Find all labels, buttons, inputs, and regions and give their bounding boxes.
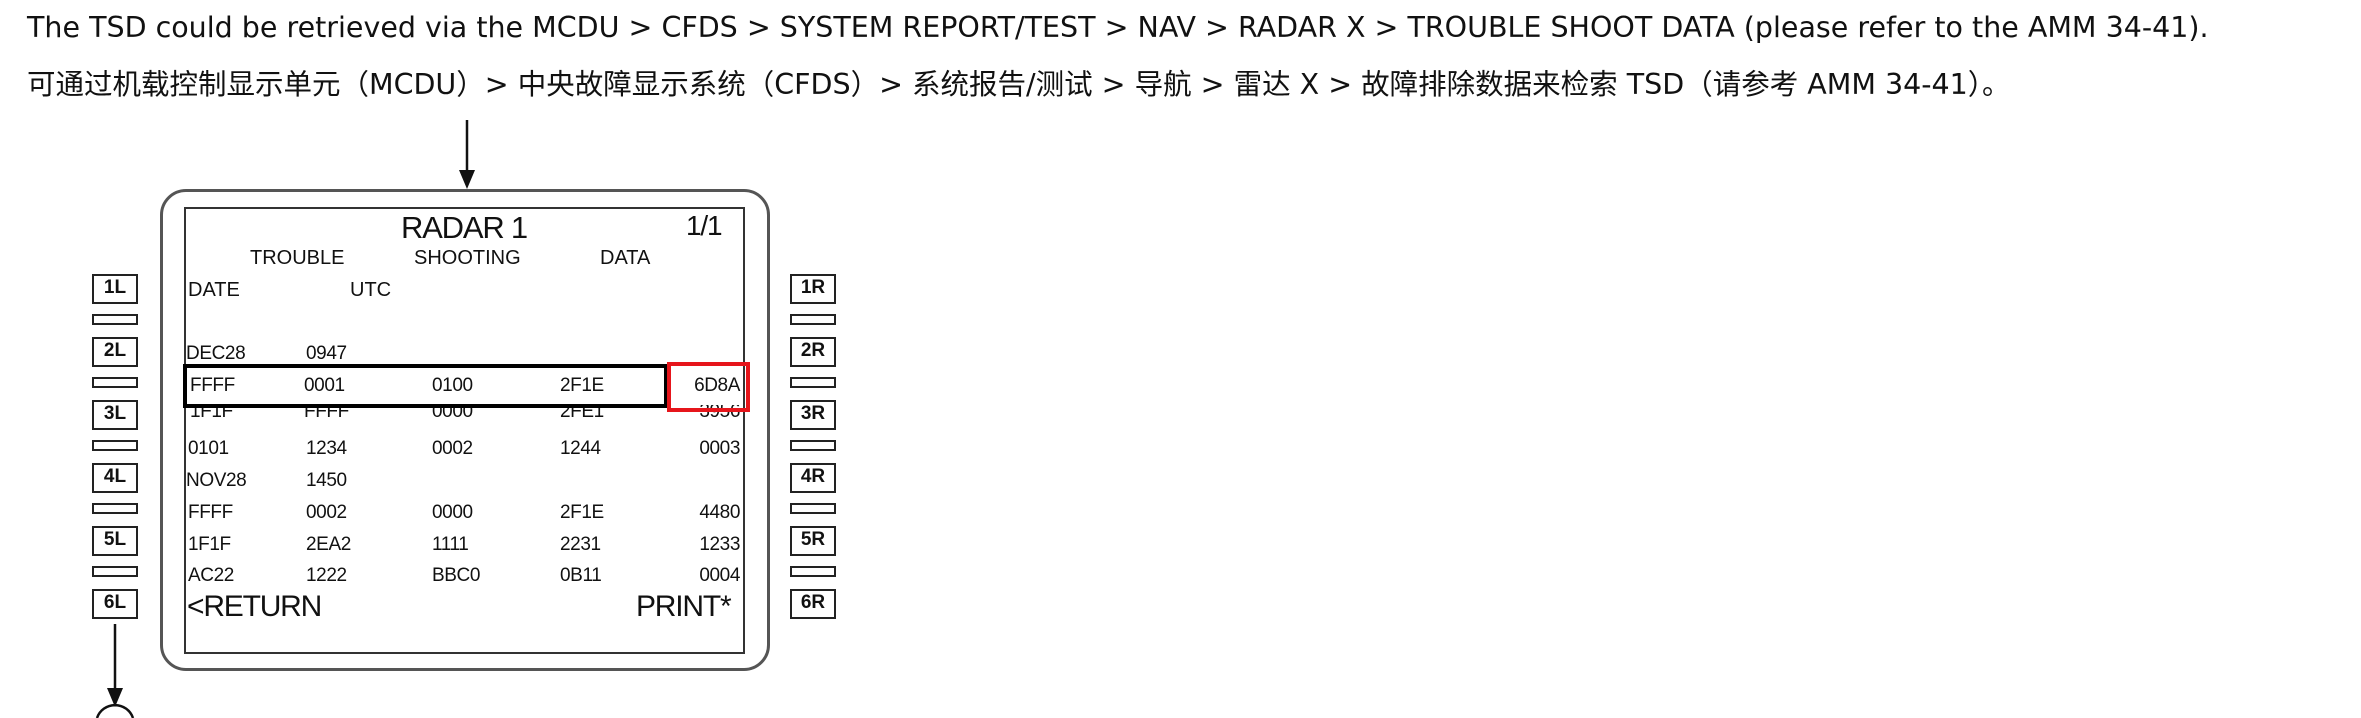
- subtitle-data: DATA: [600, 247, 651, 269]
- highlight-cell-box: [667, 362, 750, 412]
- data-cell: 1222: [306, 565, 347, 586]
- lsk-slot: [790, 377, 836, 388]
- lsk-slot: [92, 314, 138, 325]
- data-cell: 0000: [432, 502, 473, 523]
- lsk-1r-button[interactable]: 1R: [790, 274, 836, 304]
- data-cell: 2231: [560, 534, 601, 555]
- subtitle-trouble: TROUBLE: [250, 247, 345, 269]
- lsk-2r-button[interactable]: 2R: [790, 337, 836, 367]
- data-cell: 0003: [699, 438, 740, 459]
- page-title: RADAR 1: [401, 210, 528, 245]
- data-cell: BBC0: [432, 565, 481, 586]
- highlight-row-box: [183, 364, 668, 408]
- return-prompt[interactable]: <RETURN: [187, 590, 322, 624]
- arrow-head-top: [459, 170, 475, 189]
- lsk-4l-button[interactable]: 4L: [92, 463, 138, 493]
- data-cell: 0004: [699, 565, 740, 586]
- lsk-6l-button[interactable]: 6L: [92, 589, 138, 619]
- lsk-6r-button[interactable]: 6R: [790, 589, 836, 619]
- print-prompt[interactable]: PRINT*: [636, 590, 732, 624]
- data-cell: 0101: [188, 438, 229, 459]
- block1-date: DEC28: [186, 343, 246, 364]
- lsk-3l-button[interactable]: 3L: [92, 400, 138, 430]
- lsk-slot: [92, 566, 138, 577]
- subtitle-shooting: SHOOTING: [414, 247, 521, 269]
- data-cell: 2F1E: [560, 502, 604, 523]
- lsk-slot: [92, 440, 138, 451]
- data-cell: 1111: [432, 534, 469, 555]
- lsk-4r-button[interactable]: 4R: [790, 463, 836, 493]
- lsk-2l-button[interactable]: 2L: [92, 337, 138, 367]
- page-number: 1/1: [686, 210, 723, 241]
- data-cell: 0002: [432, 438, 473, 459]
- data-cell: 1244: [560, 438, 601, 459]
- data-cell: 0B11: [560, 565, 602, 586]
- data-cell: 1234: [306, 438, 347, 459]
- lsk-1l-button[interactable]: 1L: [92, 274, 138, 304]
- lsk-slot: [790, 440, 836, 451]
- data-cell: 1233: [699, 534, 740, 555]
- lsk-5l-button[interactable]: 5L: [92, 526, 138, 556]
- data-cell: 1F1F: [188, 534, 231, 555]
- block2-date: NOV28: [186, 470, 247, 491]
- block1-utc: 0947: [306, 343, 347, 364]
- lsk-slot: [92, 377, 138, 388]
- data-cell: 0002: [306, 502, 347, 523]
- lsk-slot: [790, 566, 836, 577]
- block2-utc: 1450: [306, 470, 347, 491]
- lsk-3r-button[interactable]: 3R: [790, 400, 836, 430]
- data-cell: FFFF: [188, 502, 233, 523]
- connector-circle: [95, 703, 135, 718]
- lsk-slot: [790, 314, 836, 325]
- lsk-5r-button[interactable]: 5R: [790, 526, 836, 556]
- column-utc: UTC: [350, 279, 392, 301]
- lsk-slot: [92, 503, 138, 514]
- column-date: DATE: [188, 279, 240, 301]
- data-cell: 4480: [699, 502, 740, 523]
- lsk-slot: [790, 503, 836, 514]
- data-cell: 2EA2: [306, 534, 351, 555]
- data-cell: AC22: [188, 565, 234, 586]
